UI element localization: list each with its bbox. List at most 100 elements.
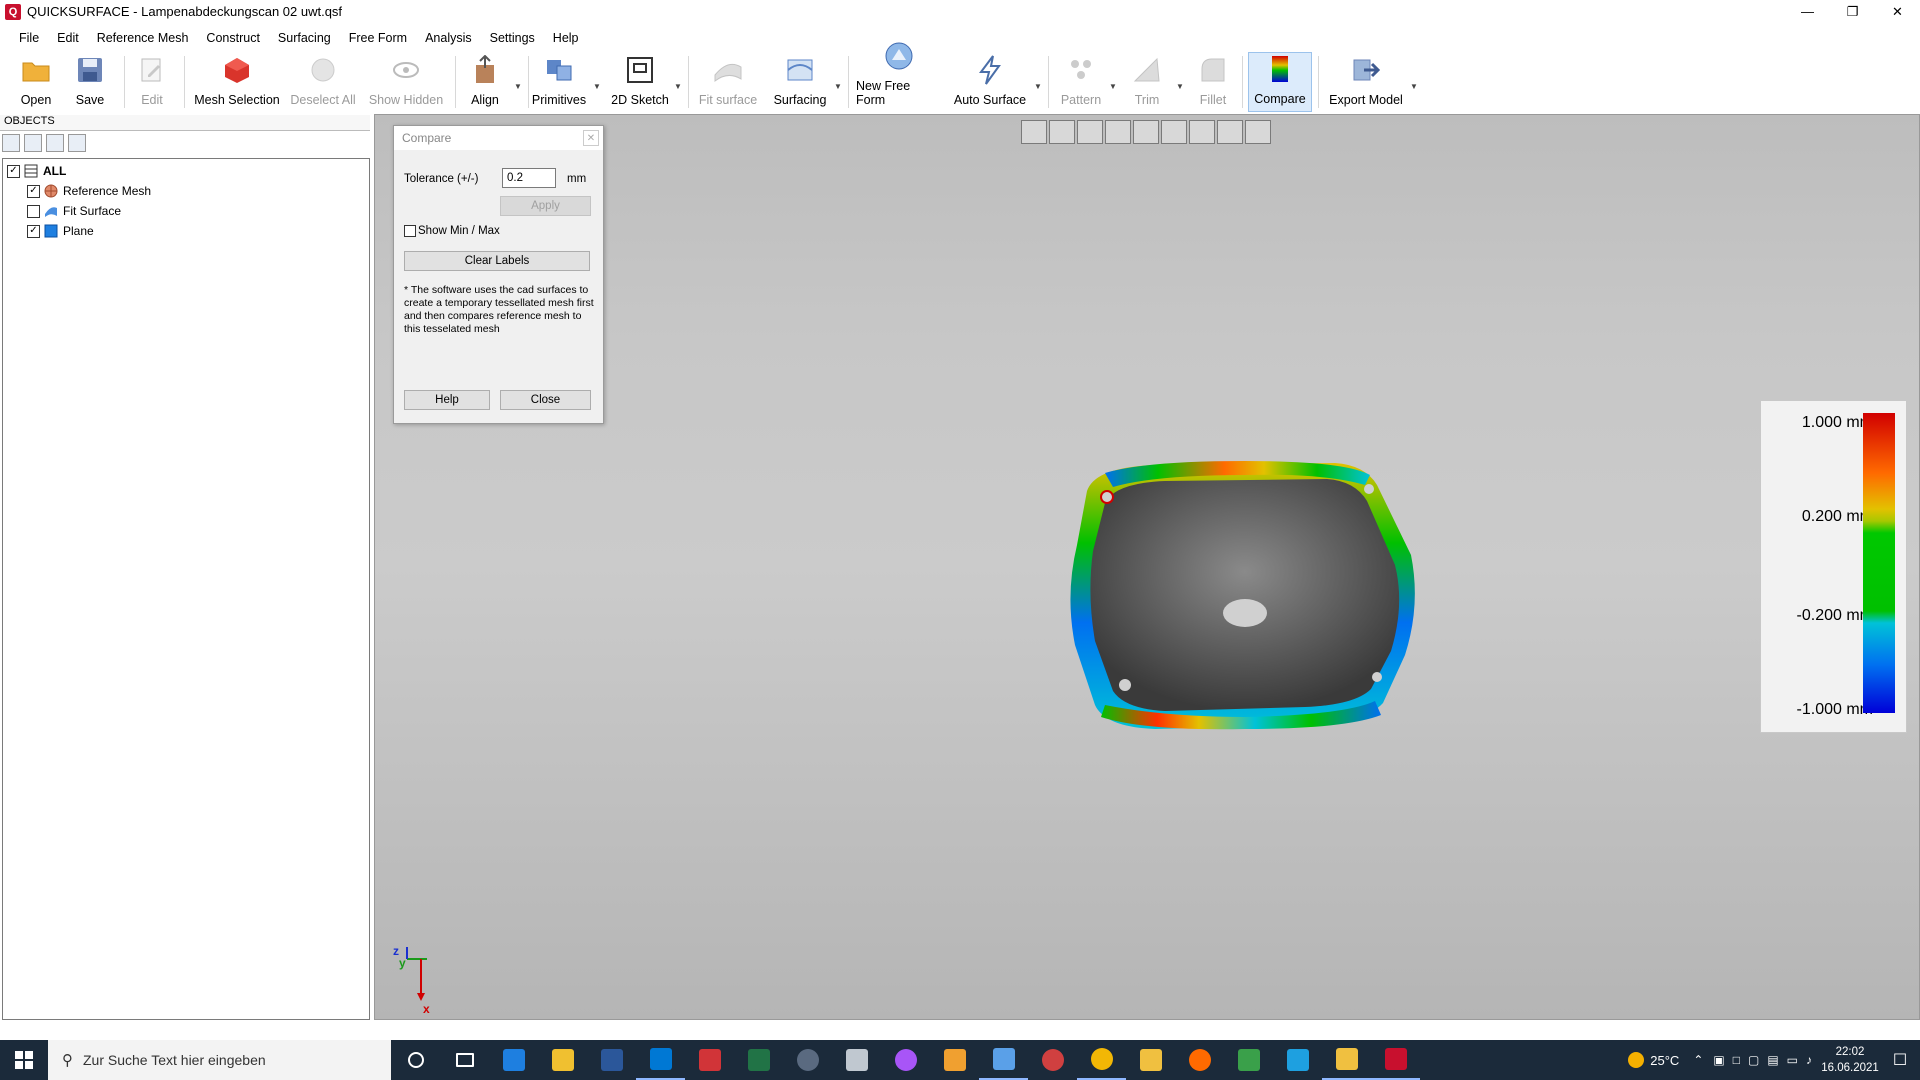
view-normal-icon[interactable] — [1245, 120, 1271, 144]
app-icon-7[interactable] — [930, 1040, 979, 1080]
3d-viewport[interactable]: z y x — [374, 114, 1920, 1020]
cortana-icon[interactable] — [391, 1040, 440, 1080]
app-icon-8[interactable] — [979, 1040, 1028, 1080]
mesh-selection-button[interactable]: Mesh Selection — [192, 52, 282, 112]
compare-button[interactable]: Compare — [1248, 52, 1312, 112]
auto-surface-dropdown-arrow[interactable]: ▼ — [1034, 82, 1042, 91]
word-icon[interactable] — [587, 1040, 636, 1080]
primitives-button[interactable]: Primitives — [532, 52, 586, 112]
trim-button[interactable]: Trim — [1124, 52, 1170, 112]
surfacing-dropdown-arrow[interactable]: ▼ — [834, 82, 842, 91]
clear-labels-button[interactable]: Clear Labels — [404, 251, 590, 271]
export-model-button[interactable]: Export Model — [1326, 52, 1406, 112]
tree-view-icon[interactable] — [24, 134, 42, 152]
dialog-close-icon[interactable]: ✕ — [583, 130, 599, 146]
deselect-all-button[interactable]: Deselect All — [288, 52, 358, 112]
excel-icon[interactable] — [734, 1040, 783, 1080]
tree-item-all[interactable]: ✓ ALL — [7, 161, 66, 181]
notifications-icon[interactable]: ☐ — [1880, 1050, 1920, 1070]
task-view-icon[interactable] — [440, 1040, 489, 1080]
app-icon-6[interactable] — [881, 1040, 930, 1080]
tree-item-reference-mesh[interactable]: ✓ Reference Mesh — [27, 181, 151, 201]
trim-dropdown-arrow[interactable]: ▼ — [1176, 82, 1184, 91]
menu-file[interactable]: File — [10, 31, 48, 45]
taskbar-search-box[interactable]: ⚲ Zur Suche Text hier eingeben — [48, 1040, 391, 1080]
show-min-max-checkbox[interactable] — [404, 225, 416, 237]
app-icon-9[interactable] — [1028, 1040, 1077, 1080]
menu-help[interactable]: Help — [544, 31, 588, 45]
network-icon[interactable]: ▤ — [1767, 1053, 1778, 1067]
tree-checkbox-fit-surface[interactable] — [27, 204, 40, 218]
weather-temperature[interactable]: 25°C — [1650, 1053, 1679, 1068]
tray-icon-3[interactable]: ▢ — [1748, 1053, 1759, 1067]
pattern-dropdown-arrow[interactable]: ▼ — [1109, 82, 1117, 91]
tray-icon-2[interactable]: □ — [1733, 1053, 1740, 1067]
view-top-icon[interactable] — [1161, 120, 1187, 144]
minimize-button[interactable]: — — [1785, 0, 1830, 23]
tree-item-plane[interactable]: ✓ Plane — [27, 221, 94, 241]
volume-icon[interactable]: ♪ — [1806, 1053, 1812, 1067]
filter-icon[interactable] — [68, 134, 86, 152]
app-icon-2[interactable] — [538, 1040, 587, 1080]
close-button[interactable]: Close — [500, 390, 591, 410]
primitives-dropdown-arrow[interactable]: ▼ — [593, 82, 601, 91]
view-left-icon[interactable] — [1105, 120, 1131, 144]
view-right-icon[interactable] — [1133, 120, 1159, 144]
fit-surface-button[interactable]: Fit surface — [696, 52, 760, 112]
restore-button[interactable]: ❐ — [1830, 0, 1875, 23]
app-icon-5[interactable] — [832, 1040, 881, 1080]
close-window-button[interactable]: ✕ — [1875, 0, 1920, 23]
sketch-dropdown-arrow[interactable]: ▼ — [674, 82, 682, 91]
new-free-form-button[interactable]: New Free Form — [856, 42, 942, 112]
weather-sun-icon[interactable] — [1628, 1052, 1645, 1068]
start-button[interactable] — [0, 1040, 48, 1080]
show-hidden-button[interactable]: Show Hidden — [364, 52, 448, 112]
menu-settings[interactable]: Settings — [481, 31, 544, 45]
file-explorer-icon[interactable] — [1126, 1040, 1175, 1080]
outlook-icon[interactable] — [636, 1040, 685, 1080]
view-front-icon[interactable] — [1049, 120, 1075, 144]
fillet-button[interactable]: Fillet — [1190, 52, 1236, 112]
app-icon-1[interactable] — [489, 1040, 538, 1080]
align-dropdown-arrow[interactable]: ▼ — [514, 82, 522, 91]
app-icon-12[interactable] — [1273, 1040, 1322, 1080]
deviation-map-model[interactable] — [1065, 455, 1425, 745]
file-explorer-open-icon[interactable] — [1322, 1040, 1371, 1080]
chrome-icon[interactable] — [1077, 1040, 1126, 1080]
tray-chevron-up-icon[interactable]: ⌃ — [1693, 1053, 1703, 1067]
view-bottom-icon[interactable] — [1189, 120, 1215, 144]
auto-surface-button[interactable]: Auto Surface — [950, 52, 1030, 112]
tree-item-fit-surface[interactable]: Fit Surface — [27, 201, 121, 221]
align-button[interactable]: Align — [462, 52, 508, 112]
tray-icon-1[interactable]: ▣ — [1713, 1053, 1724, 1067]
tree-checkbox-plane[interactable]: ✓ — [27, 224, 40, 238]
menu-free-form[interactable]: Free Form — [340, 31, 416, 45]
view-back-icon[interactable] — [1077, 120, 1103, 144]
export-dropdown-arrow[interactable]: ▼ — [1410, 82, 1418, 91]
surfacing-button[interactable]: Surfacing — [768, 52, 832, 112]
pattern-button[interactable]: Pattern — [1056, 52, 1106, 112]
app-icon-10[interactable] — [1175, 1040, 1224, 1080]
help-button[interactable]: Help — [404, 390, 490, 410]
quicksurface-taskbar-icon[interactable] — [1371, 1040, 1420, 1080]
apply-button[interactable]: Apply — [500, 196, 591, 216]
app-icon-3[interactable] — [685, 1040, 734, 1080]
tree-checkbox-all[interactable]: ✓ — [7, 164, 20, 178]
sketch-2d-button[interactable]: 2D Sketch — [610, 52, 670, 112]
menu-reference-mesh[interactable]: Reference Mesh — [88, 31, 198, 45]
zoom-fit-icon[interactable] — [1021, 120, 1047, 144]
expand-icon[interactable] — [46, 134, 64, 152]
edit-button[interactable]: Edit — [130, 52, 174, 112]
show-min-max-row[interactable]: Show Min / Max — [404, 225, 500, 237]
battery-icon[interactable]: ▭ — [1787, 1053, 1798, 1067]
menu-construct[interactable]: Construct — [197, 31, 269, 45]
app-icon-4[interactable] — [783, 1040, 832, 1080]
menu-edit[interactable]: Edit — [48, 31, 88, 45]
menu-analysis[interactable]: Analysis — [416, 31, 481, 45]
app-icon-11[interactable] — [1224, 1040, 1273, 1080]
tree-checkbox-reference-mesh[interactable]: ✓ — [27, 184, 40, 198]
save-button[interactable]: Save — [68, 52, 112, 112]
quicksurface-app-icon[interactable]: Q — [5, 3, 21, 20]
view-iso-icon[interactable] — [1217, 120, 1243, 144]
menu-surfacing[interactable]: Surfacing — [269, 31, 340, 45]
